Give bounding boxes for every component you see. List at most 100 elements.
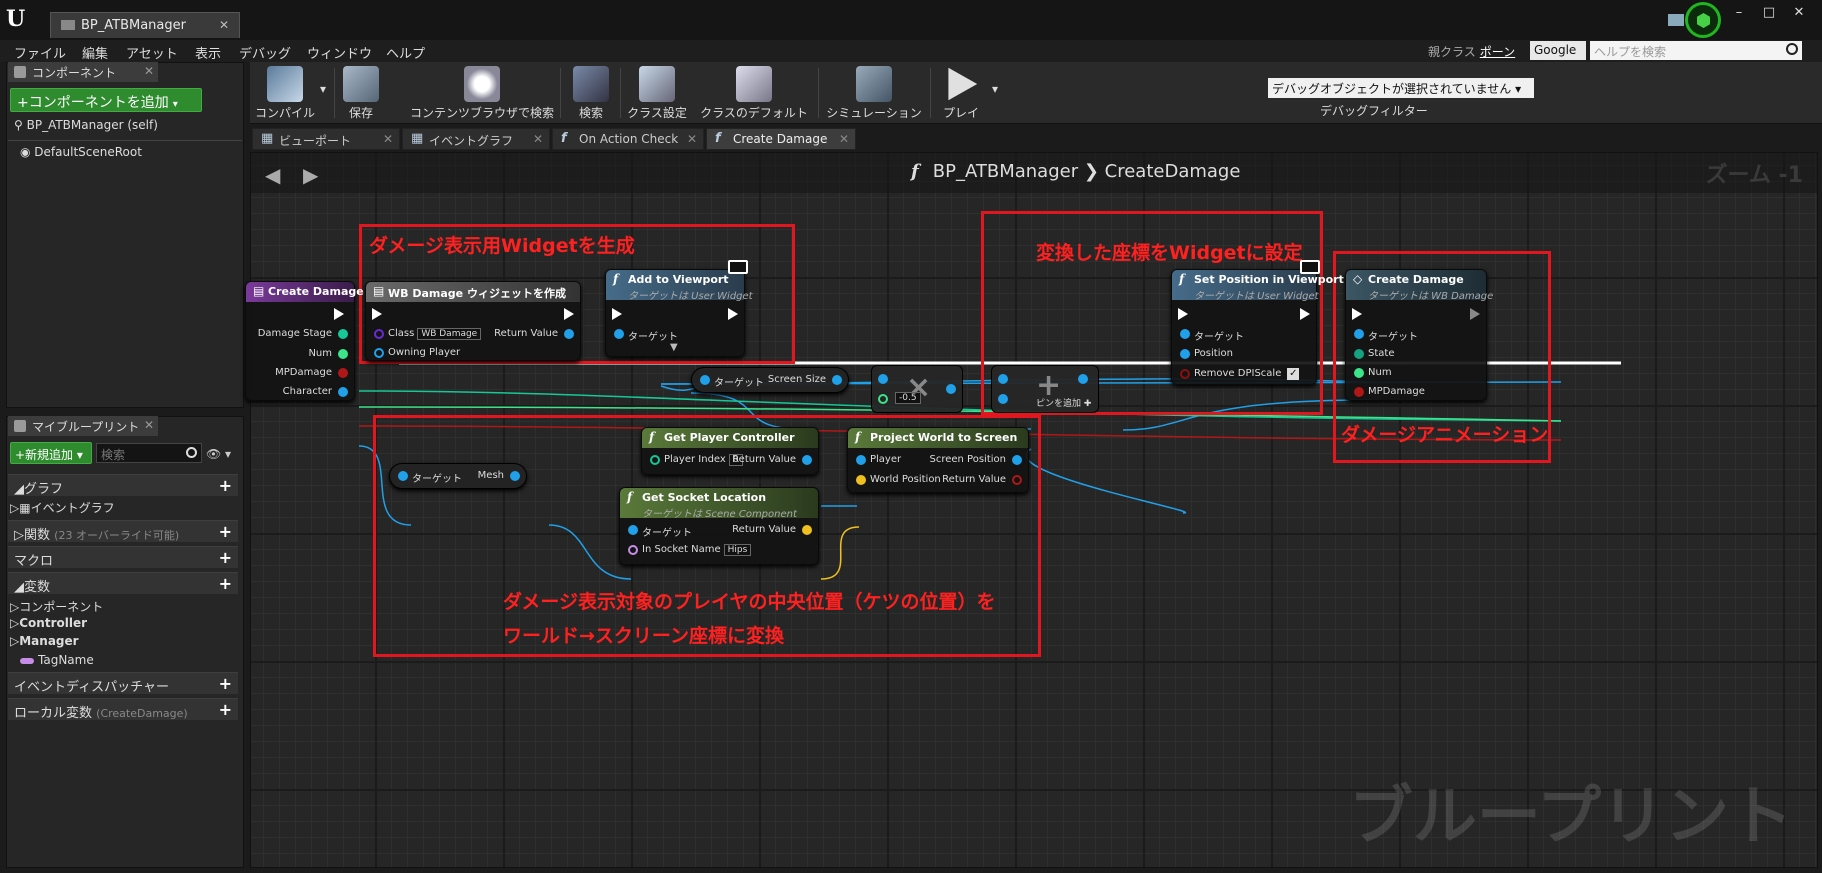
close-tab-icon[interactable]: ✕	[839, 132, 849, 146]
pin-a-dot[interactable]	[878, 374, 888, 384]
pin-target-dot[interactable]	[700, 375, 710, 385]
add-variable-icon[interactable]: +	[219, 574, 232, 593]
menu-debug[interactable]: デバッグ	[239, 43, 291, 62]
menu-asset[interactable]: アセット	[126, 43, 178, 62]
view-options-icon[interactable]: 👁 ▾	[206, 447, 231, 461]
pin-character-dot[interactable]	[338, 387, 348, 397]
category-dispatchers[interactable]: イベントディスパッチャー +	[8, 672, 238, 695]
var-category-components[interactable]: ▷コンポーネント	[10, 598, 103, 615]
close-tab-icon[interactable]: ✕	[533, 132, 543, 146]
pin-num-dot[interactable]	[338, 349, 348, 359]
play-button[interactable]: プレイ	[936, 62, 986, 124]
close-panel-icon[interactable]: ✕	[144, 418, 154, 432]
socket-name-input[interactable]: Hips	[723, 544, 752, 556]
pin-mpdamage-dot[interactable]	[338, 368, 348, 378]
category-functions[interactable]: ▷関数 (23 オーバーライド可能) +	[8, 520, 238, 543]
help-search-input[interactable]: ヘルプを検索	[1590, 41, 1802, 60]
pin-b-dot[interactable]	[878, 394, 888, 404]
pin-screen-pos-dot[interactable]	[1012, 455, 1022, 465]
pin-num-dot[interactable]	[1354, 368, 1364, 378]
components-tab[interactable]: コンポーネント ✕	[8, 62, 158, 82]
get-player-controller-node[interactable]: f Get Player Controller Player Index 0 Ret…	[641, 427, 819, 475]
pin-state-dot[interactable]	[1354, 349, 1364, 359]
multiply-node[interactable]: × -0.5	[871, 365, 963, 413]
menu-window[interactable]: ウィンドウ	[307, 43, 372, 62]
var-category-manager[interactable]: ▷Manager	[10, 634, 79, 648]
class-defaults-button[interactable]: クラスのデフォルト	[698, 62, 810, 124]
pin-world-dot[interactable]	[856, 475, 866, 485]
get-mesh-node[interactable]: ターゲット Mesh	[389, 463, 527, 489]
component-self[interactable]: ⚲ BP_ATBManager (self)	[14, 118, 158, 132]
pin-target-dot[interactable]	[398, 471, 408, 481]
component-default-scene-root[interactable]: ◉ DefaultSceneRoot	[20, 145, 142, 159]
close-window-button[interactable]: ✕	[1786, 4, 1812, 22]
menu-help[interactable]: ヘルプ	[386, 43, 425, 62]
pin-player-dot[interactable]	[856, 455, 866, 465]
tab-event-graph[interactable]: ▦ イベントグラフ ✕	[402, 128, 550, 150]
exec-in-pin[interactable]	[1352, 308, 1362, 320]
pin-mesh-dot[interactable]	[510, 471, 520, 481]
category-local-vars[interactable]: ローカル変数 (CreateDamage) +	[8, 698, 238, 721]
pin-position-dot[interactable]	[1180, 349, 1190, 359]
get-screen-size-node[interactable]: ターゲット Screen Size	[691, 367, 849, 393]
my-blueprint-tab[interactable]: マイブループリント ✕	[8, 416, 158, 436]
add-pin-button[interactable]: ピンを追加 ✚	[1036, 396, 1091, 409]
create-widget-node[interactable]: ▤ WB Damage ウィジェットを作成 Class WB Damage Retu…	[365, 281, 581, 361]
exec-in-pin[interactable]	[372, 308, 382, 320]
new-add-button[interactable]: +新規追加 ▾	[10, 442, 92, 464]
exec-out-pin[interactable]	[1300, 308, 1310, 320]
class-dropdown[interactable]: WB Damage	[417, 328, 482, 340]
close-tab-icon[interactable]: ✕	[687, 132, 697, 146]
pin-index-dot[interactable]	[650, 455, 660, 465]
add-component-button[interactable]: +コンポーネントを追加 ▾	[10, 88, 202, 112]
pin-out-dot[interactable]	[1078, 374, 1088, 384]
pin-target-dot[interactable]	[628, 525, 638, 535]
get-socket-location-node[interactable]: f Get Socket Location ターゲットは Scene Compone…	[619, 487, 819, 565]
add-function-icon[interactable]: +	[219, 522, 232, 541]
menu-file[interactable]: ファイル	[14, 43, 66, 62]
pin-return-dot[interactable]	[802, 455, 812, 465]
exec-out-pin[interactable]	[1470, 308, 1480, 320]
add-macro-icon[interactable]: +	[219, 548, 232, 567]
pin-damage-stage-dot[interactable]	[338, 329, 348, 339]
source-control-icon[interactable]	[1685, 2, 1721, 38]
compile-options-dropdown[interactable]: ▾	[316, 62, 330, 124]
pin-class-dot[interactable]	[374, 329, 384, 339]
browse-content-button[interactable]: コンテンツブラウザで検索	[410, 62, 554, 124]
compile-button[interactable]: コンパイル	[254, 62, 316, 124]
category-graph[interactable]: ◢グラフ +	[8, 474, 238, 497]
project-world-to-screen-node[interactable]: f Project World to Screen Player Screen P…	[847, 427, 1029, 493]
category-macros[interactable]: マクロ +	[8, 546, 238, 569]
menu-view[interactable]: 表示	[195, 43, 221, 62]
close-panel-icon[interactable]: ✕	[144, 64, 154, 78]
add-local-var-icon[interactable]: +	[219, 700, 232, 719]
function-entry-node[interactable]: ▤ Create Damage Damage Stage Num MPDamage…	[245, 281, 364, 401]
pin-return-dot[interactable]	[564, 329, 574, 339]
find-button[interactable]: 検索	[568, 62, 614, 124]
add-to-viewport-node[interactable]: f Add to Viewport ターゲットは User Widget ターゲット…	[605, 260, 753, 357]
pin-b-dot[interactable]	[998, 394, 1008, 404]
close-tab-icon[interactable]: ✕	[383, 132, 393, 146]
class-settings-button[interactable]: クラス設定	[624, 62, 690, 124]
exec-out-pin[interactable]	[564, 308, 574, 320]
pin-return-dot[interactable]	[802, 525, 812, 535]
pin-dpi-dot[interactable]	[1180, 369, 1190, 379]
exec-out-pin[interactable]	[728, 308, 738, 320]
menu-edit[interactable]: 編集	[82, 43, 108, 62]
multiplier-input[interactable]: -0.5	[895, 392, 921, 404]
pin-a-dot[interactable]	[998, 374, 1008, 384]
dpi-checkbox[interactable]: ✓	[1287, 368, 1300, 380]
tab-on-action-check[interactable]: f On Action Check ✕	[552, 128, 704, 150]
search-engine-dropdown[interactable]: Google ▾	[1530, 41, 1586, 71]
simulation-button[interactable]: シミュレーション	[824, 62, 924, 124]
pin-socket-dot[interactable]	[628, 545, 638, 555]
exec-out-pin[interactable]	[334, 308, 344, 320]
pin-screen-size-dot[interactable]	[832, 375, 842, 385]
tab-viewport[interactable]: ▦ ビューポート ✕	[252, 128, 400, 150]
exec-in-pin[interactable]	[612, 308, 622, 320]
debug-object-dropdown[interactable]: デバッグオブジェクトが選択されていません ▾	[1268, 78, 1534, 98]
pin-target-dot[interactable]	[614, 329, 624, 339]
pin-return-dot[interactable]	[1012, 475, 1022, 485]
exec-in-pin[interactable]	[1178, 308, 1188, 320]
blueprint-search-input[interactable]: 検索	[96, 443, 202, 463]
